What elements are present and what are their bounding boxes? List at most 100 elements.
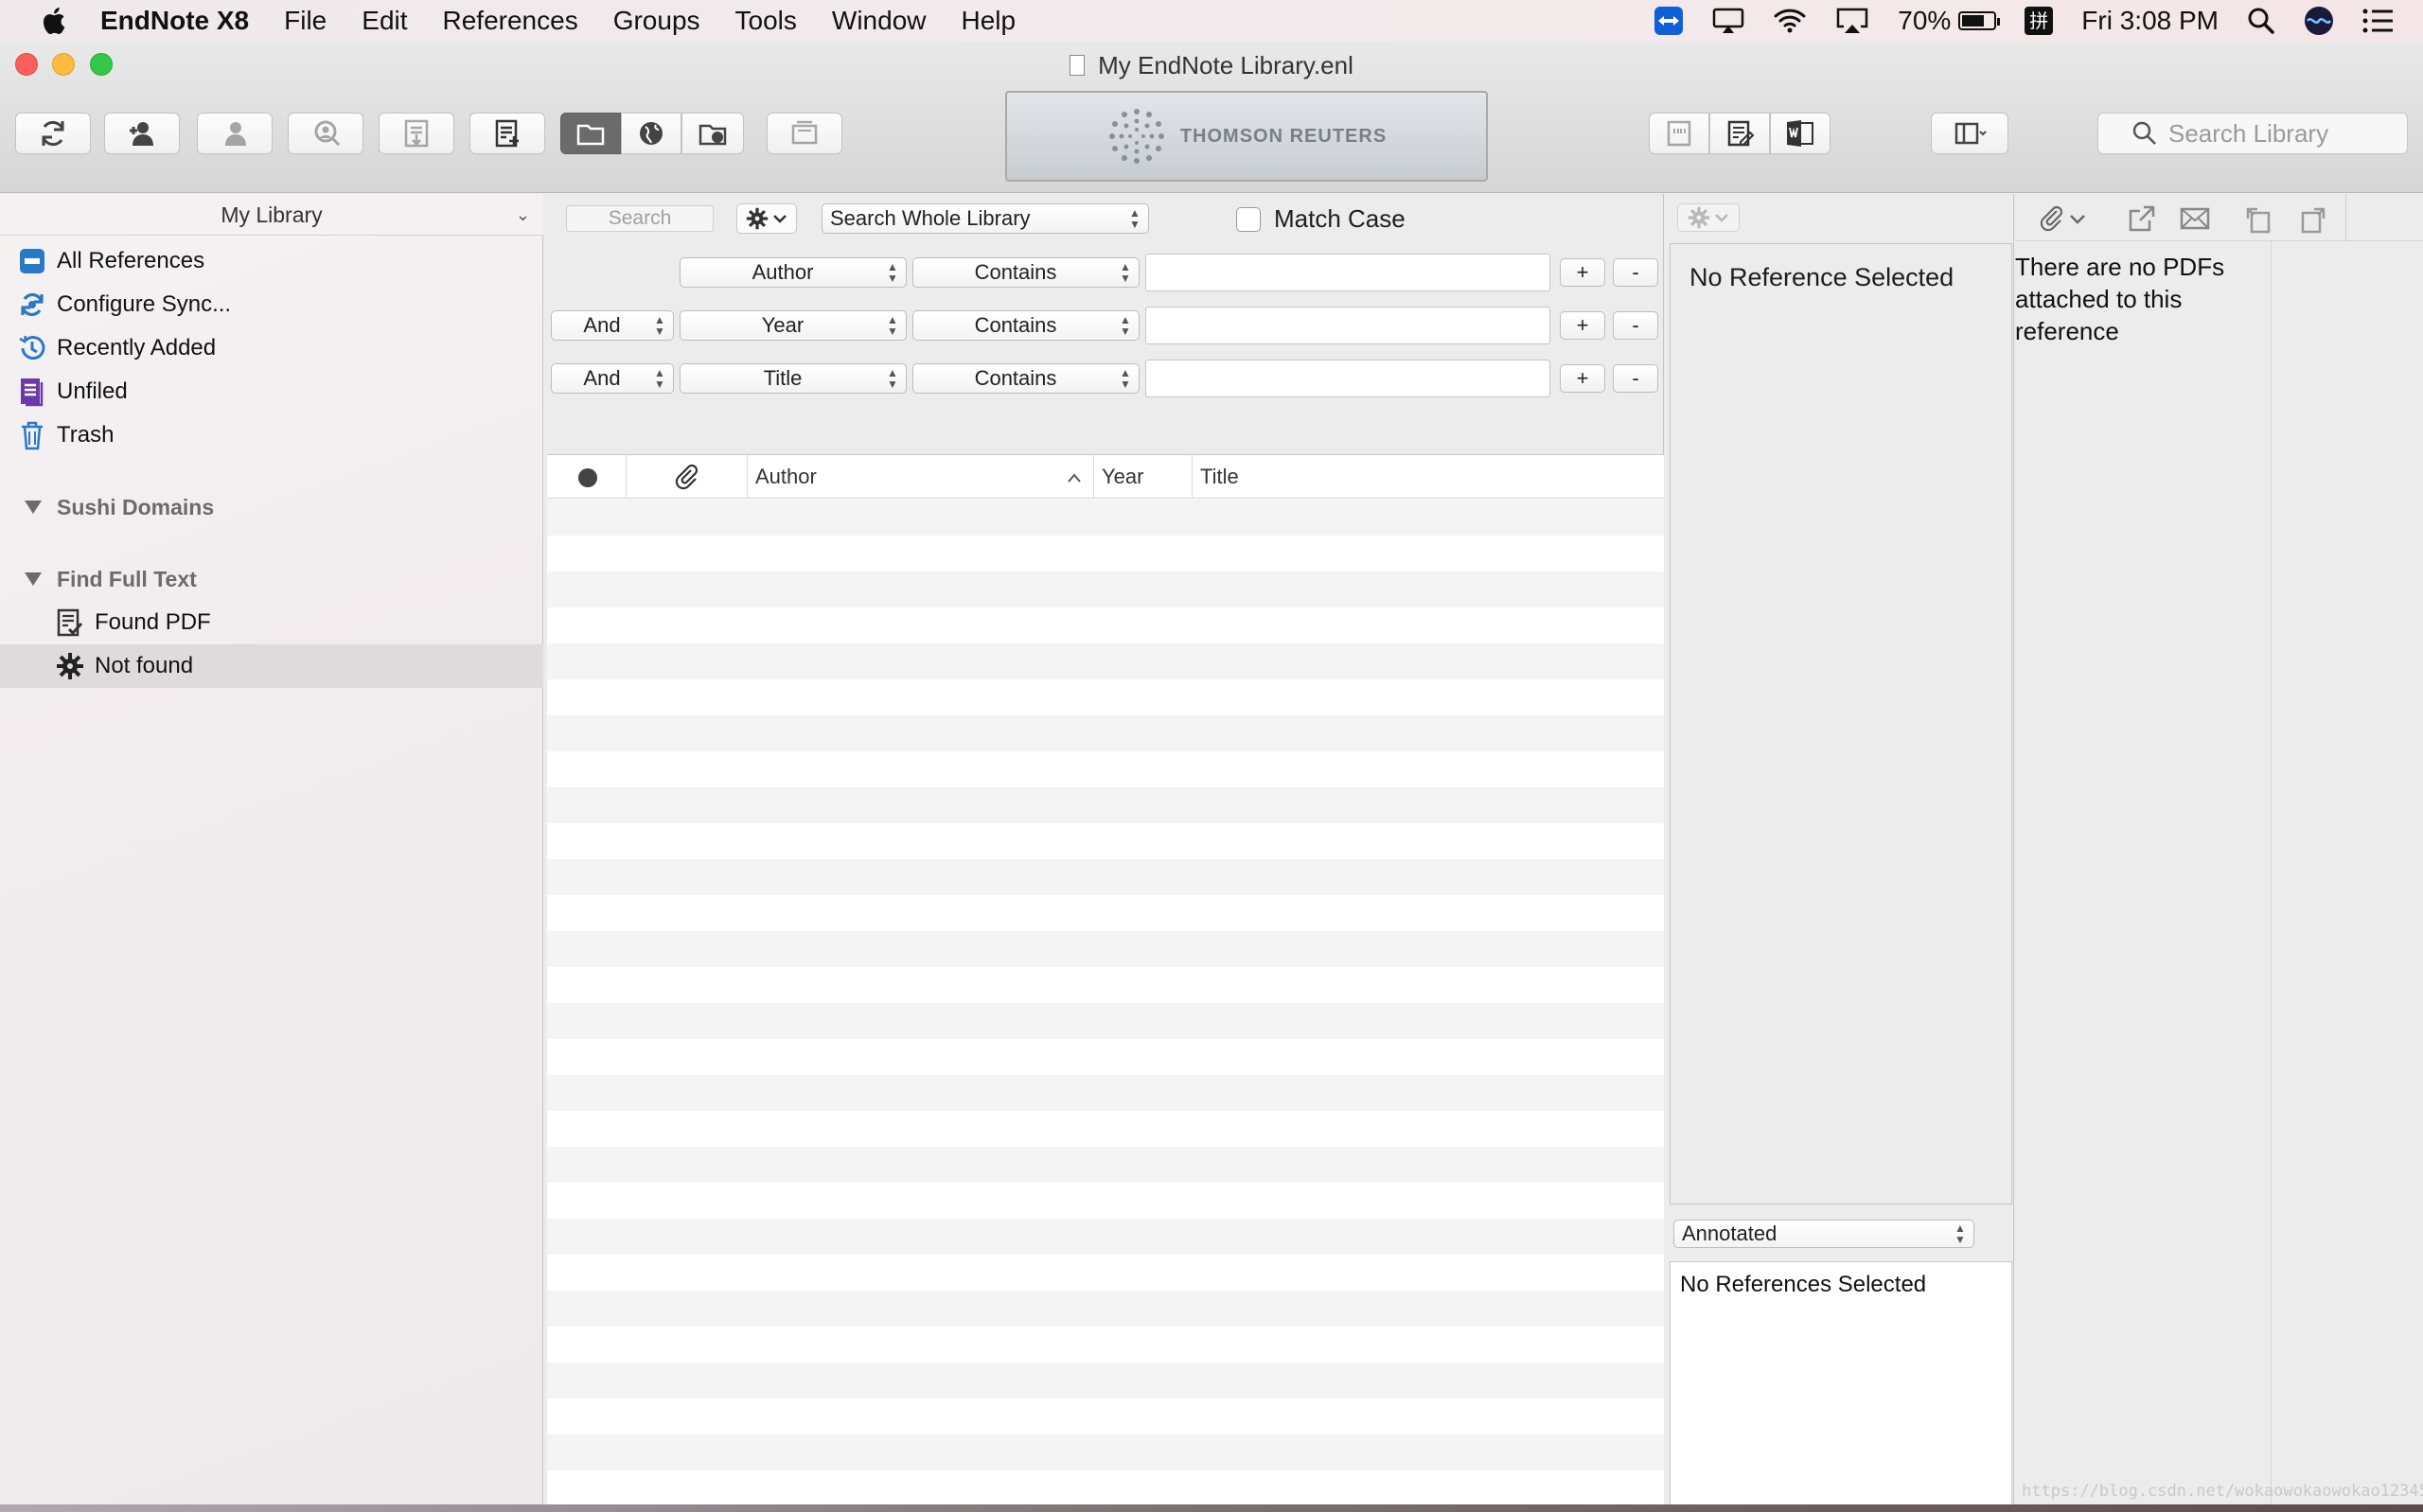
online-search-mode-button[interactable] xyxy=(621,113,681,154)
format-bibliography-button[interactable] xyxy=(1709,113,1770,154)
layout-icon xyxy=(1954,122,1987,145)
rotate-left-icon[interactable] xyxy=(2242,202,2276,236)
sidebar-item-label: Unfiled xyxy=(57,378,128,404)
sync-button[interactable] xyxy=(15,113,91,154)
group-header-find-full-text[interactable]: Find Full Text xyxy=(0,560,543,598)
menu-groups[interactable]: Groups xyxy=(613,6,700,36)
layout-button[interactable] xyxy=(1931,113,2008,154)
column-year[interactable]: Year xyxy=(1094,455,1193,499)
column-attachment[interactable] xyxy=(627,455,748,499)
insert-citation-button[interactable] xyxy=(1649,113,1709,154)
add-search-row-button[interactable]: + xyxy=(1560,258,1605,287)
search-term-input-2[interactable] xyxy=(1145,307,1550,344)
sidebar-item-unfiled[interactable]: Unfiled xyxy=(0,370,543,413)
column-read-status[interactable] xyxy=(547,455,627,499)
export-button[interactable] xyxy=(379,113,454,154)
email-icon[interactable] xyxy=(2178,202,2212,236)
search-field-select-2[interactable]: Year ▲ ▼ xyxy=(680,310,907,341)
search-term-input-3[interactable] xyxy=(1145,360,1550,397)
output-style-select[interactable]: Annotated ▲ ▼ xyxy=(1673,1220,1974,1248)
new-reference-button[interactable] xyxy=(469,113,545,154)
sidebar-item-configure-sync[interactable]: Configure Sync... xyxy=(0,283,543,326)
search-bool-select-2[interactable]: And ▲ ▼ xyxy=(551,310,674,341)
column-author[interactable]: Author xyxy=(748,455,1094,499)
wifi-icon[interactable] xyxy=(1773,8,1807,34)
column-title[interactable]: Title xyxy=(1193,455,1664,499)
display-icon[interactable] xyxy=(1712,7,1744,35)
search-library-placeholder: Search Library xyxy=(2168,118,2329,148)
disclosure-triangle-icon[interactable] xyxy=(25,501,42,514)
search-icon xyxy=(2132,121,2156,145)
menu-app-name[interactable]: EndNote X8 xyxy=(100,6,249,36)
search-operator-select-2[interactable]: Contains ▲ ▼ xyxy=(912,310,1140,341)
match-case-checkbox[interactable]: Match Case xyxy=(1236,204,1406,234)
toolbar-divider xyxy=(2345,194,2346,241)
battery-icon xyxy=(1958,11,2001,30)
search-button[interactable]: Search xyxy=(566,205,714,232)
group-folder-icon xyxy=(791,120,818,145)
endnote-window: My EndNote Library.enl THOMSON REUTERS S… xyxy=(0,42,2423,1512)
sidebar-item-all-references[interactable]: All References xyxy=(0,239,543,283)
checkbox-box[interactable] xyxy=(1236,206,1261,232)
paperclip-icon[interactable] xyxy=(2036,202,2070,236)
disclosure-triangle-icon[interactable] xyxy=(25,572,42,586)
share-library-button[interactable] xyxy=(104,113,180,154)
siri-icon[interactable] xyxy=(2304,6,2334,36)
teamviewer-icon[interactable] xyxy=(1654,6,1684,36)
spotlight-icon[interactable] xyxy=(2247,7,2275,35)
updown-arrows-icon: ▲ ▼ xyxy=(654,313,665,338)
sidebar-item-trash[interactable]: Trash xyxy=(0,413,543,457)
add-search-row-button[interactable]: + xyxy=(1560,311,1605,340)
search-operator-select-3[interactable]: Contains ▲ ▼ xyxy=(912,363,1140,394)
window-title: My EndNote Library.enl xyxy=(1098,51,1353,79)
search-operator-select-1[interactable]: Contains ▲ ▼ xyxy=(912,257,1140,288)
library-selector[interactable]: My Library ⌄ xyxy=(0,194,543,236)
integrated-library-mode-button[interactable] xyxy=(681,113,744,154)
add-search-row-button[interactable]: + xyxy=(1560,364,1605,393)
search-scope-select[interactable]: Search Whole Library ▲ ▼ xyxy=(822,203,1149,234)
remove-search-row-button[interactable]: - xyxy=(1613,258,1658,287)
remove-search-row-button[interactable]: - xyxy=(1613,311,1658,340)
search-field-select-1[interactable]: Author ▲ ▼ xyxy=(680,257,907,288)
menu-tools[interactable]: Tools xyxy=(735,6,797,36)
rotate-right-icon[interactable] xyxy=(2295,202,2329,236)
table-body-empty[interactable] xyxy=(547,500,1664,1512)
battery-status[interactable]: 70% xyxy=(1898,6,2001,36)
return-to-word-button[interactable] xyxy=(1770,113,1831,154)
menu-window[interactable]: Window xyxy=(832,6,927,36)
sidebar-item-not-found[interactable]: Not found xyxy=(0,644,543,688)
search-library-input[interactable]: Search Library xyxy=(2097,113,2408,154)
input-method-icon[interactable]: 拼 xyxy=(2025,7,2054,35)
groups-button[interactable] xyxy=(767,113,842,154)
remove-search-row-button[interactable]: - xyxy=(1613,364,1658,393)
sidebar-item-recently-added[interactable]: Recently Added xyxy=(0,326,543,370)
local-library-mode-button[interactable] xyxy=(560,113,621,154)
updown-arrows-icon: ▲ ▼ xyxy=(654,366,665,391)
online-search-button[interactable] xyxy=(288,113,363,154)
sidebar-item-label: Configure Sync... xyxy=(57,291,232,317)
desktop-edge xyxy=(0,1504,2423,1512)
search-bool-select-3[interactable]: And ▲ ▼ xyxy=(551,363,674,394)
library-activity-button[interactable] xyxy=(197,113,273,154)
chevron-down-icon: ⌄ xyxy=(515,205,530,224)
search-field-select-3[interactable]: Title ▲ ▼ xyxy=(680,363,907,394)
notification-center-icon[interactable] xyxy=(2362,8,2395,34)
search-options-dropdown[interactable] xyxy=(736,203,797,234)
logo-text: THOMSON REUTERS xyxy=(1179,125,1388,147)
reference-options-dropdown[interactable] xyxy=(1677,203,1740,232)
group-header-sushi-domains[interactable]: Sushi Domains xyxy=(0,488,543,526)
read-status-icon xyxy=(578,468,597,487)
chevron-down-icon[interactable] xyxy=(2068,202,2087,236)
apple-icon[interactable] xyxy=(38,4,72,38)
search-scope-value: Search Whole Library xyxy=(830,206,1031,230)
menu-references[interactable]: References xyxy=(443,6,578,36)
search-term-input-1[interactable] xyxy=(1145,254,1550,291)
sidebar-item-found-pdf[interactable]: Found PDF xyxy=(0,601,543,644)
open-external-icon[interactable] xyxy=(2125,202,2159,236)
menu-help[interactable]: Help xyxy=(962,6,1017,36)
airplay-icon[interactable] xyxy=(1835,7,1869,35)
menu-clock[interactable]: Fri 3:08 PM xyxy=(2081,6,2219,36)
updown-arrows-icon: ▲ ▼ xyxy=(1954,1222,1966,1246)
menu-file[interactable]: File xyxy=(284,6,327,36)
menu-edit[interactable]: Edit xyxy=(362,6,407,36)
